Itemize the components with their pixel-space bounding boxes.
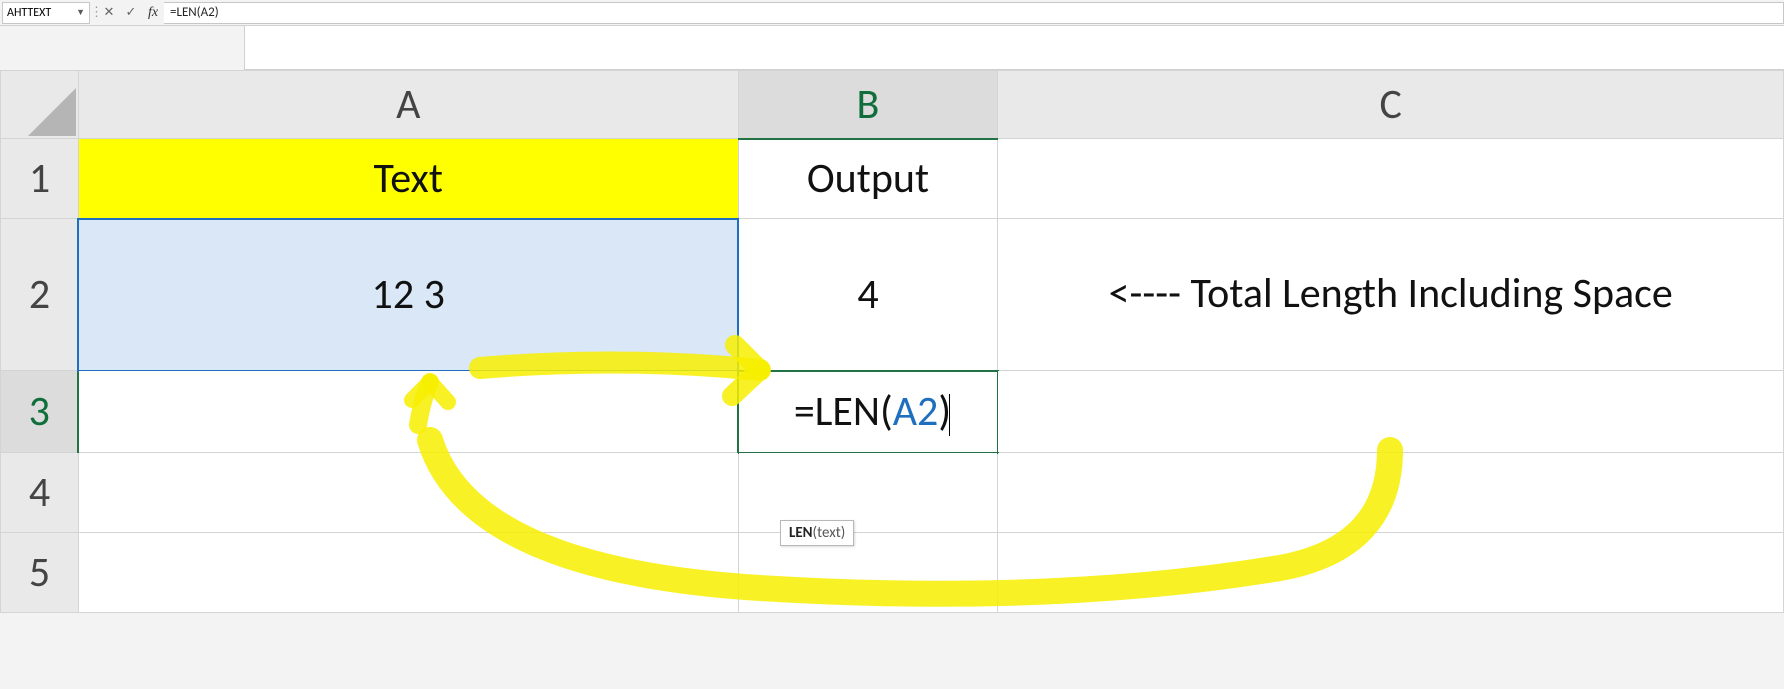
cell-B2[interactable]: 4 xyxy=(738,219,998,371)
cell-B1[interactable]: Output xyxy=(738,139,998,219)
cell-B4[interactable] xyxy=(738,453,998,533)
separator: ⋮ xyxy=(90,5,98,20)
formula-prefix: =LEN( xyxy=(794,386,893,437)
row-header-3[interactable]: 3 xyxy=(1,371,79,453)
formula-text: =LEN(A2) xyxy=(170,5,219,20)
name-box-dropdown-icon[interactable]: ▼ xyxy=(76,7,85,18)
tooltip-fn-name: LEN xyxy=(789,524,813,542)
column-header-C[interactable]: C xyxy=(998,71,1784,139)
cell-C5[interactable] xyxy=(998,533,1784,613)
row-header-1[interactable]: 1 xyxy=(1,139,79,219)
select-all-corner[interactable] xyxy=(1,71,79,139)
column-header-A[interactable]: A xyxy=(78,71,738,139)
formula-input[interactable]: =LEN(A2) xyxy=(164,2,1784,24)
formula-bar: AHTTEXT ▼ ⋮ ✕ ✓ fx =LEN(A2) xyxy=(0,0,1784,26)
x-icon: ✕ xyxy=(104,5,115,20)
function-tooltip: LEN(text) xyxy=(780,520,854,546)
cell-C1[interactable] xyxy=(998,139,1784,219)
row-header-2[interactable]: 2 xyxy=(1,219,79,371)
check-icon: ✓ xyxy=(126,5,137,20)
cell-B3-editing[interactable]: =LEN(A2) xyxy=(738,371,998,453)
formula-bar-expanded-area xyxy=(244,26,1784,70)
cell-C3[interactable] xyxy=(998,371,1784,453)
formula-reference: A2 xyxy=(893,386,939,437)
cell-A1[interactable]: Text xyxy=(78,139,738,219)
insert-function-button[interactable]: fx xyxy=(142,2,164,24)
cell-A5[interactable] xyxy=(78,533,738,613)
cell-C2[interactable]: <---- Total Length Including Space xyxy=(998,219,1784,371)
row-header-5[interactable]: 5 xyxy=(1,533,79,613)
cell-A4[interactable] xyxy=(78,453,738,533)
text-cursor xyxy=(949,394,950,436)
row-header-4[interactable]: 4 xyxy=(1,453,79,533)
cell-A3[interactable] xyxy=(78,371,738,453)
cell-A2[interactable]: 12 3 xyxy=(78,219,738,371)
name-box[interactable]: AHTTEXT ▼ xyxy=(2,2,90,24)
spreadsheet-grid: A B C 1 Text Output 2 12 3 4 <---- Total… xyxy=(0,70,1784,613)
tooltip-fn-args: (text) xyxy=(813,524,846,542)
fx-icon: fx xyxy=(148,5,158,21)
grid-table: A B C 1 Text Output 2 12 3 4 <---- Total… xyxy=(0,70,1784,613)
cancel-formula-button[interactable]: ✕ xyxy=(98,2,120,24)
cell-C4[interactable] xyxy=(998,453,1784,533)
enter-formula-button[interactable]: ✓ xyxy=(120,2,142,24)
cell-B5[interactable] xyxy=(738,533,998,613)
name-box-value: AHTTEXT xyxy=(7,6,51,20)
column-header-B[interactable]: B xyxy=(738,71,998,139)
